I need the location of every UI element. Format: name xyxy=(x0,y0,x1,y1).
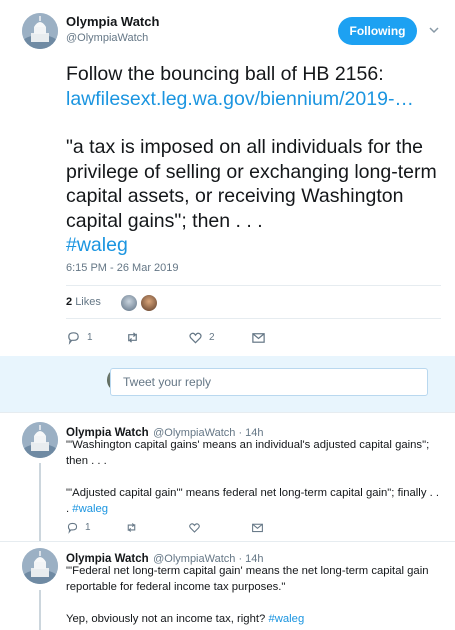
heart-icon xyxy=(189,523,200,533)
likes-summary[interactable]: 2 Likes xyxy=(66,296,101,308)
capitol-icon xyxy=(22,13,58,49)
reply-input[interactable]: Tweet your reply xyxy=(110,368,428,396)
tweet-quote: "a tax is imposed on all individuals for… xyxy=(66,136,437,232)
retweet-action[interactable] xyxy=(125,330,140,345)
tweet-text: Follow the bouncing ball of HB 2156: law… xyxy=(66,62,441,258)
tweet-timestamp[interactable]: 6:15 PM - 26 Mar 2019 xyxy=(66,262,179,274)
reply-action[interactable]: 1 xyxy=(66,330,93,345)
author-handle[interactable]: @OlympiaWatch xyxy=(66,32,148,44)
retweet-icon xyxy=(127,523,136,532)
likes-count: 2 xyxy=(66,296,73,308)
heart-icon xyxy=(189,332,202,344)
reply-avatar[interactable] xyxy=(22,422,58,458)
capitol-icon xyxy=(22,548,58,584)
message-action[interactable] xyxy=(251,330,266,345)
envelope-icon xyxy=(252,333,265,343)
reply-count: 1 xyxy=(85,522,91,533)
like-action[interactable] xyxy=(188,521,201,534)
thread-connector xyxy=(39,463,41,541)
reply-hashtag[interactable]: #waleg xyxy=(72,503,108,515)
thread-connector xyxy=(39,590,41,630)
reply-avatar[interactable] xyxy=(22,548,58,584)
liker-avatar[interactable] xyxy=(139,293,159,313)
reply-text: "'Washington capital gains' means an ind… xyxy=(66,437,441,517)
tweet-intro: Follow the bouncing ball of HB 2156: xyxy=(66,63,384,85)
tweet-link[interactable]: lawfilesext.leg.wa.gov/biennium/2019-… xyxy=(66,87,441,112)
retweet-action[interactable] xyxy=(125,521,138,534)
capitol-icon xyxy=(22,422,58,458)
reply-body: "'Washington capital gains' means an ind… xyxy=(66,439,440,515)
like-action[interactable]: 2 xyxy=(188,330,215,345)
reply-hashtag[interactable]: #waleg xyxy=(268,613,304,625)
chevron-down-icon[interactable] xyxy=(428,23,440,35)
reply-icon xyxy=(67,522,78,534)
reply-body: "'Federal net long-term capital gain' me… xyxy=(66,565,429,625)
reply-composer: Tweet your reply xyxy=(0,356,455,412)
tweet-hashtag[interactable]: #waleg xyxy=(66,233,441,258)
retweet-icon xyxy=(128,332,137,343)
liker-avatar[interactable] xyxy=(119,293,139,313)
likes-label: Likes xyxy=(75,296,101,308)
envelope-icon xyxy=(252,523,263,533)
reply-action[interactable]: 1 xyxy=(66,521,91,534)
reply-text: "'Federal net long-term capital gain' me… xyxy=(66,563,441,627)
message-action[interactable] xyxy=(251,521,264,534)
author-avatar[interactable] xyxy=(22,13,58,49)
author-name[interactable]: Olympia Watch xyxy=(66,14,159,29)
like-count: 2 xyxy=(209,332,215,343)
following-button[interactable]: Following xyxy=(338,17,417,45)
reply-icon xyxy=(68,332,79,345)
reply-count: 1 xyxy=(87,332,93,343)
